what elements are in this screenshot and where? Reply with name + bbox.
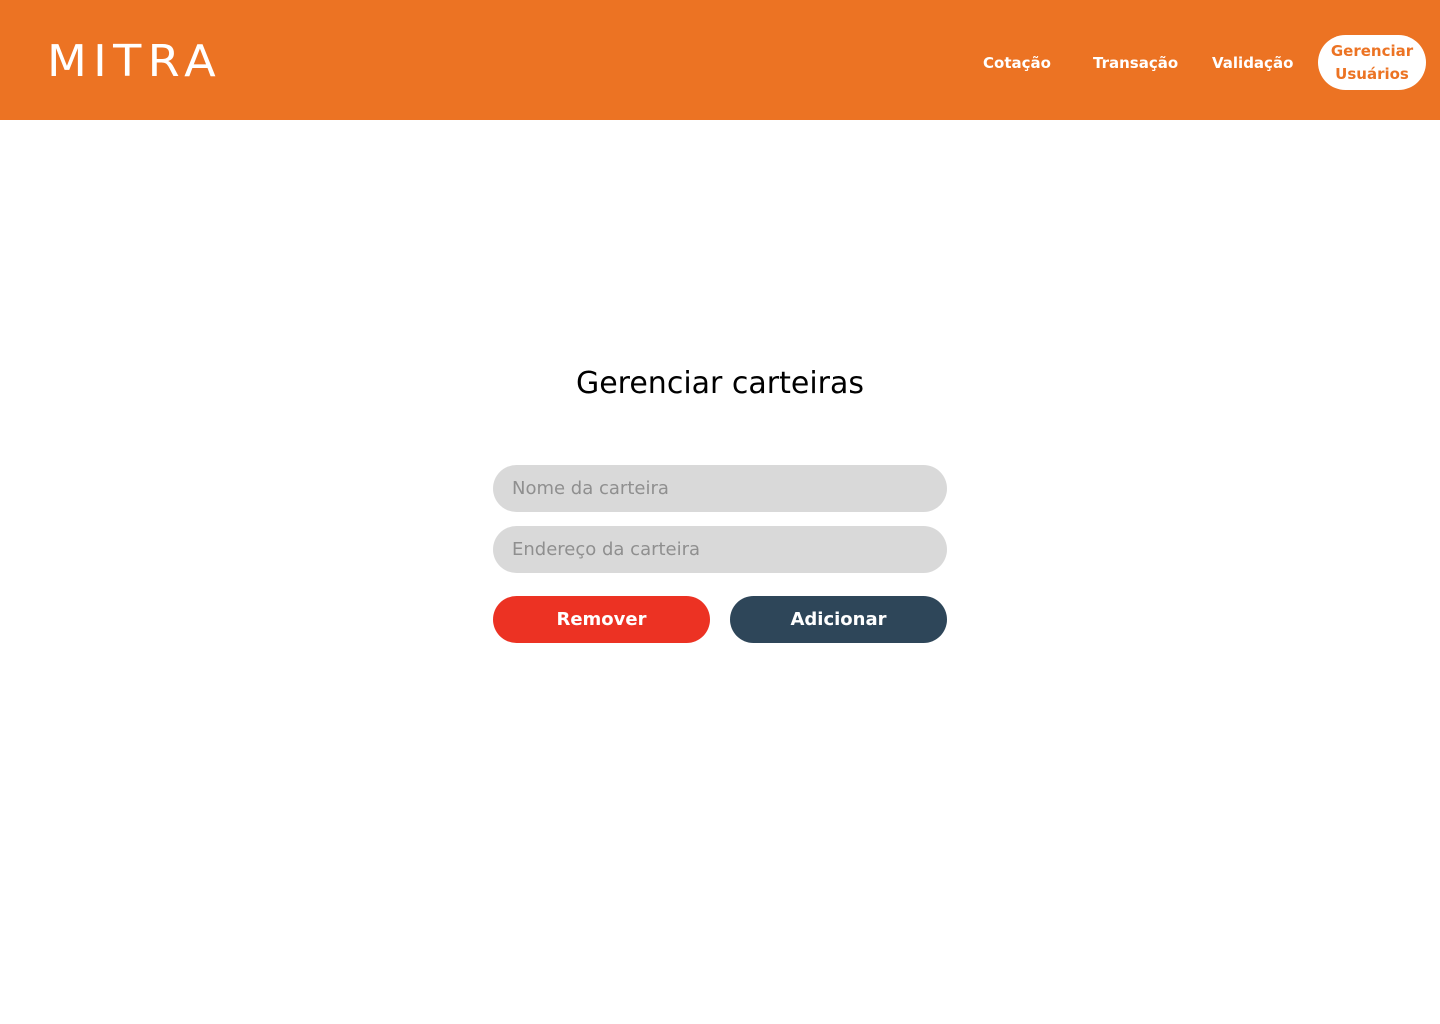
remove-button[interactable]: Remover <box>493 596 710 643</box>
nav-active-line-1: Gerenciar <box>1330 41 1414 60</box>
wallet-address-input[interactable] <box>493 526 947 573</box>
nav-link-transacao[interactable]: Transação <box>1093 51 1178 75</box>
nav-link-gerenciar-usuarios[interactable]: Gerenciar Usuários <box>1318 35 1426 90</box>
page-title: Gerenciar carteiras <box>575 366 865 401</box>
nav-link-validacao[interactable]: Validação <box>1212 51 1293 75</box>
nav-link-cotacao[interactable]: Cotação <box>983 51 1051 75</box>
wallet-name-input[interactable] <box>493 465 947 512</box>
mitra-logo[interactable]: MITRA <box>47 36 222 88</box>
top-header: MITRA Cotação Transação Validação Gerenc… <box>0 0 1440 120</box>
nav-active-line-2: Usuários <box>1335 64 1409 83</box>
add-button[interactable]: Adicionar <box>730 596 947 643</box>
